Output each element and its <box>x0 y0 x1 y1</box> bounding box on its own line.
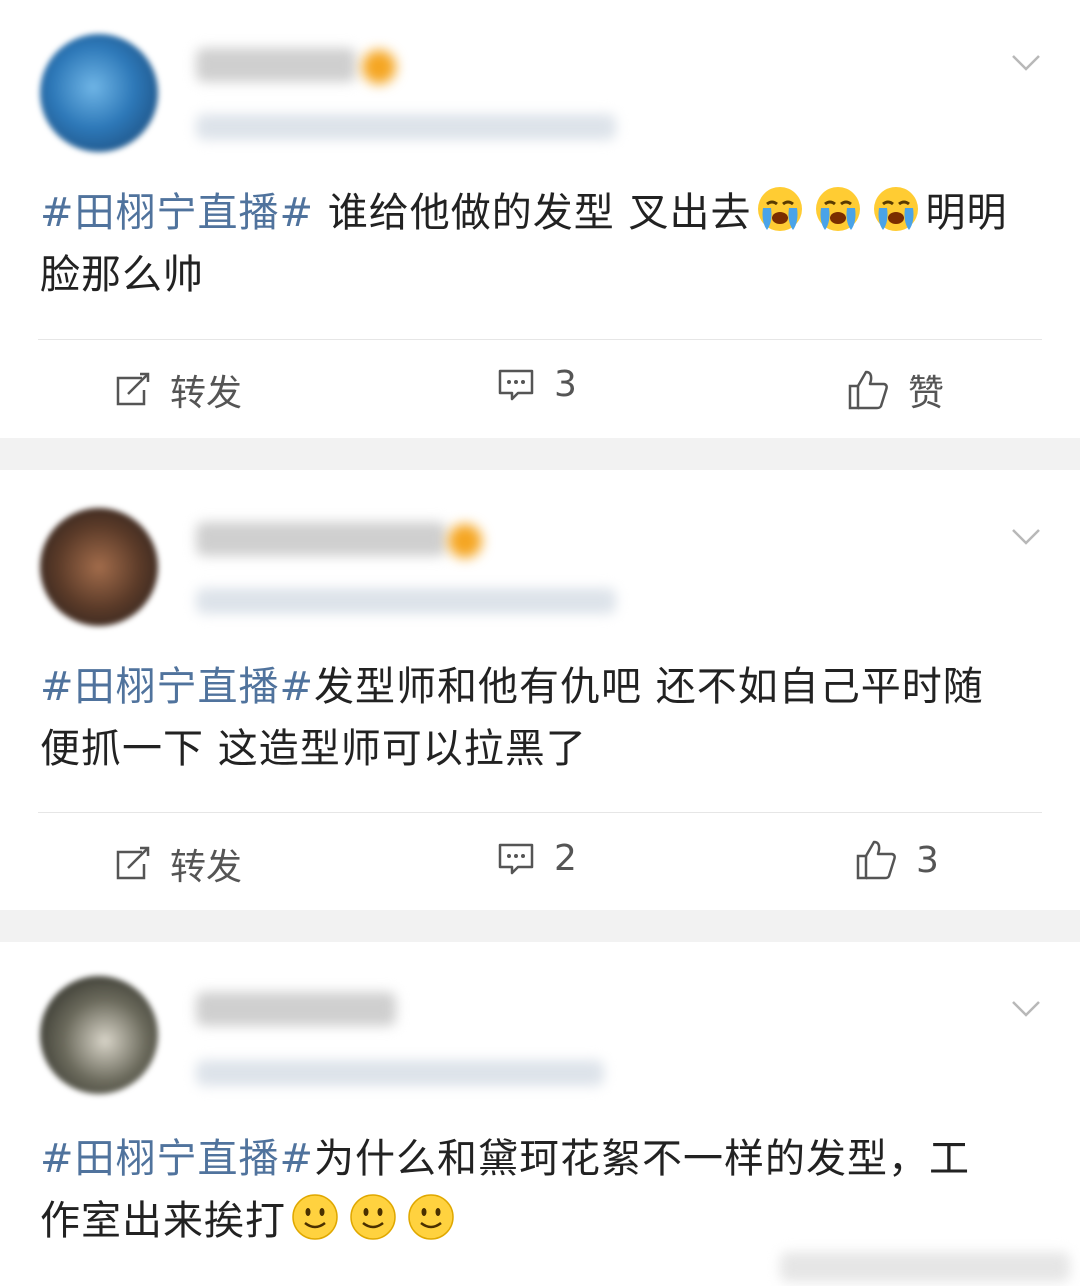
repost-icon <box>116 372 150 406</box>
avatar[interactable] <box>40 508 158 626</box>
post-content: #田栩宁直播#为什么和黛珂花絮不一样的发型，工 作室出来挨打 <box>40 1128 1040 1252</box>
topic-link[interactable]: #田栩宁直播# <box>40 664 314 710</box>
topic-link[interactable]: #田栩宁直播# <box>40 1136 314 1182</box>
avatar[interactable] <box>40 34 158 152</box>
username-blurred[interactable] <box>196 48 356 82</box>
comment-count: 3 <box>554 364 577 405</box>
post-content: #田栩宁直播#发型师和他有仇吧 还不如自己平时随 便抓一下 这造型师可以拉黑了 <box>40 656 1040 780</box>
username-blurred[interactable] <box>196 522 446 556</box>
topic-link[interactable]: #田栩宁直播# <box>40 190 314 236</box>
comment-count: 2 <box>554 838 577 879</box>
post-content: #田栩宁直播# 谁给他做的发型 叉出去 明明脸那么帅 <box>40 182 1040 306</box>
verified-badge-icon <box>448 524 482 558</box>
post-meta-blurred <box>196 588 616 614</box>
comment-button[interactable]: 3 <box>496 364 577 405</box>
comment-button[interactable]: 2 <box>496 838 577 879</box>
avatar[interactable] <box>40 976 158 1094</box>
like-label: 赞 <box>908 373 945 414</box>
smile-face-icon <box>292 1194 338 1240</box>
post-text-line-1: 发型师和他有仇吧 还不如自己平时随 <box>314 664 984 710</box>
username-blurred[interactable] <box>196 992 396 1026</box>
repost-button[interactable]: 转发 <box>112 364 242 416</box>
divider <box>38 339 1042 340</box>
post-card-2: #田栩宁直播#发型师和他有仇吧 还不如自己平时随 便抓一下 这造型师可以拉黑了 … <box>0 470 1080 910</box>
like-button[interactable]: 3 <box>854 838 939 882</box>
chevron-down-icon[interactable] <box>1010 992 1042 1024</box>
post-text-line-1: 为什么和黛珂花絮不一样的发型，工 <box>314 1136 971 1182</box>
crying-face-icon <box>874 187 919 231</box>
post-meta-blurred <box>196 1060 604 1086</box>
comment-icon <box>498 369 534 400</box>
repost-button[interactable]: 转发 <box>112 838 242 890</box>
smile-face-icon <box>408 1194 454 1240</box>
watermark-blurred <box>780 1252 1070 1282</box>
post-text-line-2: 便抓一下 这造型师可以拉黑了 <box>40 726 587 772</box>
comment-icon <box>498 843 534 874</box>
crying-face-icon <box>758 187 803 231</box>
like-button[interactable]: 赞 <box>846 364 944 416</box>
divider <box>38 812 1042 813</box>
post-meta-blurred <box>196 114 616 140</box>
post-card-1: #田栩宁直播# 谁给他做的发型 叉出去 明明脸那么帅 转发 3 赞 <box>0 0 1080 438</box>
thumbs-up-icon <box>856 840 896 880</box>
thumbs-up-icon <box>848 370 888 410</box>
chevron-down-icon[interactable] <box>1010 46 1042 78</box>
verified-badge-icon <box>362 50 396 84</box>
like-count: 3 <box>916 839 939 881</box>
repost-icon <box>116 846 150 880</box>
post-text-line-1: 谁给他做的发型 叉出去 <box>314 190 752 236</box>
smile-face-icon <box>350 1194 396 1240</box>
repost-label: 转发 <box>170 373 243 414</box>
chevron-down-icon[interactable] <box>1010 520 1042 552</box>
post-card-3: #田栩宁直播#为什么和黛珂花絮不一样的发型，工 作室出来挨打 <box>0 942 1080 1286</box>
post-text-line-2: 作室出来挨打 <box>40 1198 286 1244</box>
crying-face-icon <box>816 187 861 231</box>
repost-label: 转发 <box>170 847 243 888</box>
